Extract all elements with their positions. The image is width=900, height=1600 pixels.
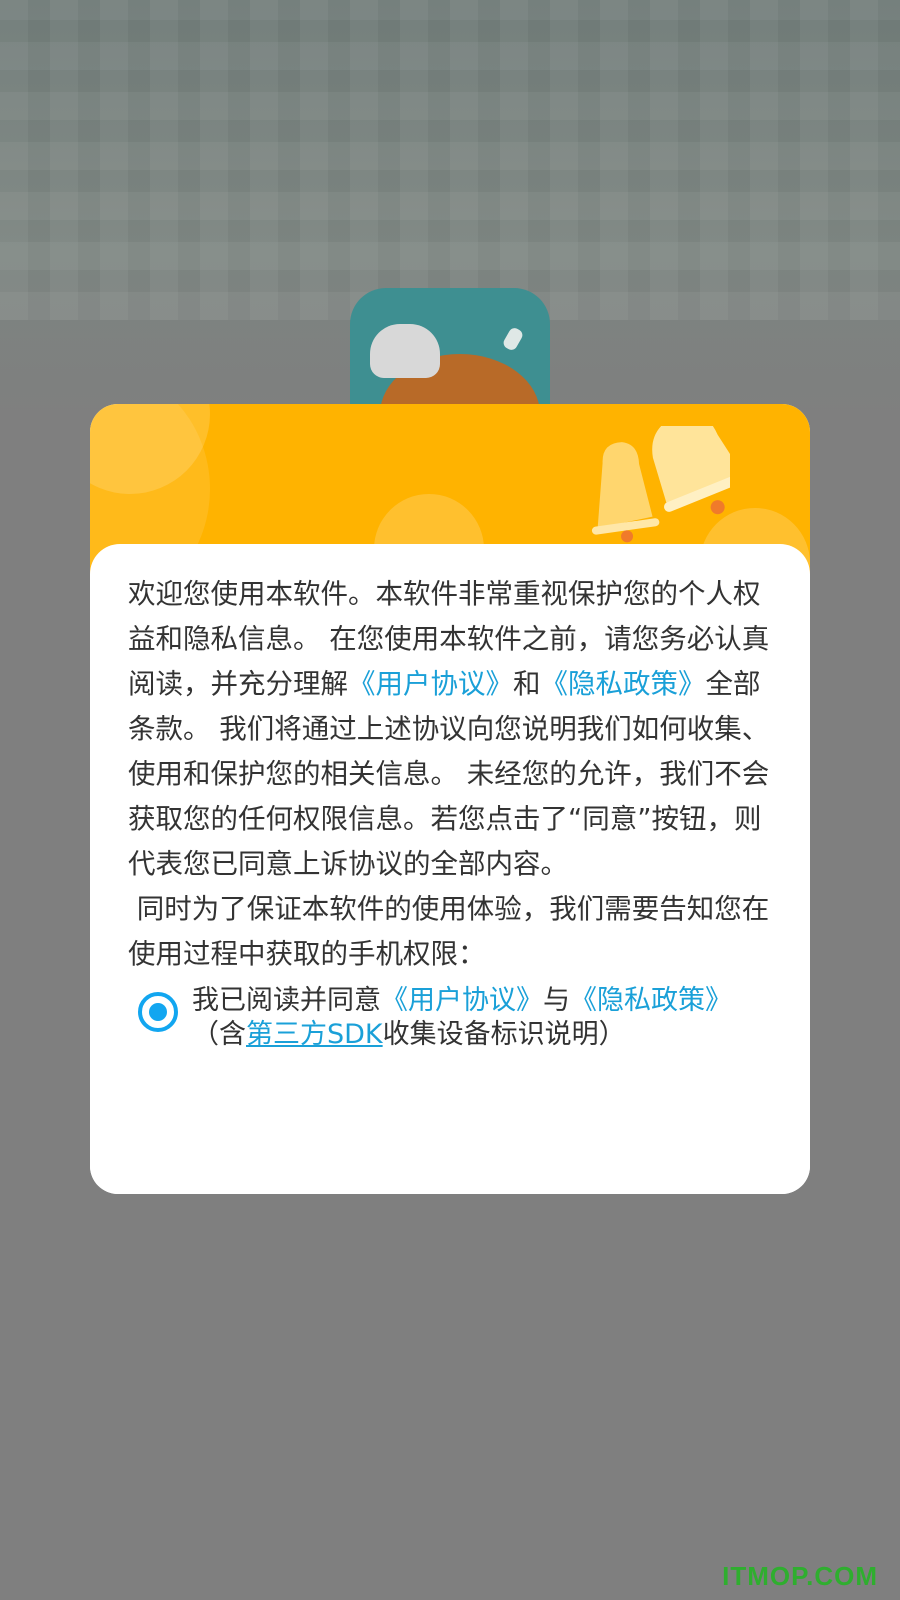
user-agreement-link[interactable]: 《用户协议》 xyxy=(348,668,513,700)
privacy-policy-link[interactable]: 《隐私政策》 xyxy=(541,668,706,700)
notice-and: 和 xyxy=(513,668,541,700)
bell-icon xyxy=(591,426,730,543)
consent-suffix: 收集设备标识说明） xyxy=(382,1019,626,1050)
consent-row: 我已阅读并同意《用户协议》与《隐私政策》 （含第三方SDK收集设备标识说明） xyxy=(138,984,778,1064)
consent-privacy-policy-link[interactable]: 《隐私政策》 xyxy=(570,985,732,1016)
consent-text: 我已阅读并同意《用户协议》与《隐私政策》 （含第三方SDK收集设备标识说明） xyxy=(192,984,782,1052)
consent-user-agreement-link[interactable]: 《用户协议》 xyxy=(381,985,543,1016)
sparkle-icon xyxy=(501,325,525,353)
consent-open-paren: （含 xyxy=(192,1019,246,1050)
consent-prefix: 我已阅读并同意 xyxy=(192,985,381,1016)
third-party-sdk-link[interactable]: 第三方SDK xyxy=(246,1019,383,1050)
privacy-dialog: 欢迎您使用本软件。本软件非常重视保护您的个人权益和隐私信息。 在您使用本软件之前… xyxy=(90,404,810,1194)
chef-hat-icon xyxy=(370,324,440,378)
notice-part2: 全部条款。 我们将通过上述协议向您说明我们如何收集、使用和保护您的相关信息。 未… xyxy=(128,668,770,970)
notice-text: 欢迎您使用本软件。本软件非常重视保护您的个人权益和隐私信息。 在您使用本软件之前… xyxy=(128,572,778,977)
dialog-body: 欢迎您使用本软件。本软件非常重视保护您的个人权益和隐私信息。 在您使用本软件之前… xyxy=(90,544,810,1194)
consent-conj: 与 xyxy=(543,985,570,1016)
watermark: ITMOP.COM xyxy=(722,1561,878,1591)
consent-radio-icon[interactable] xyxy=(138,992,178,1032)
background-pattern xyxy=(0,0,900,320)
